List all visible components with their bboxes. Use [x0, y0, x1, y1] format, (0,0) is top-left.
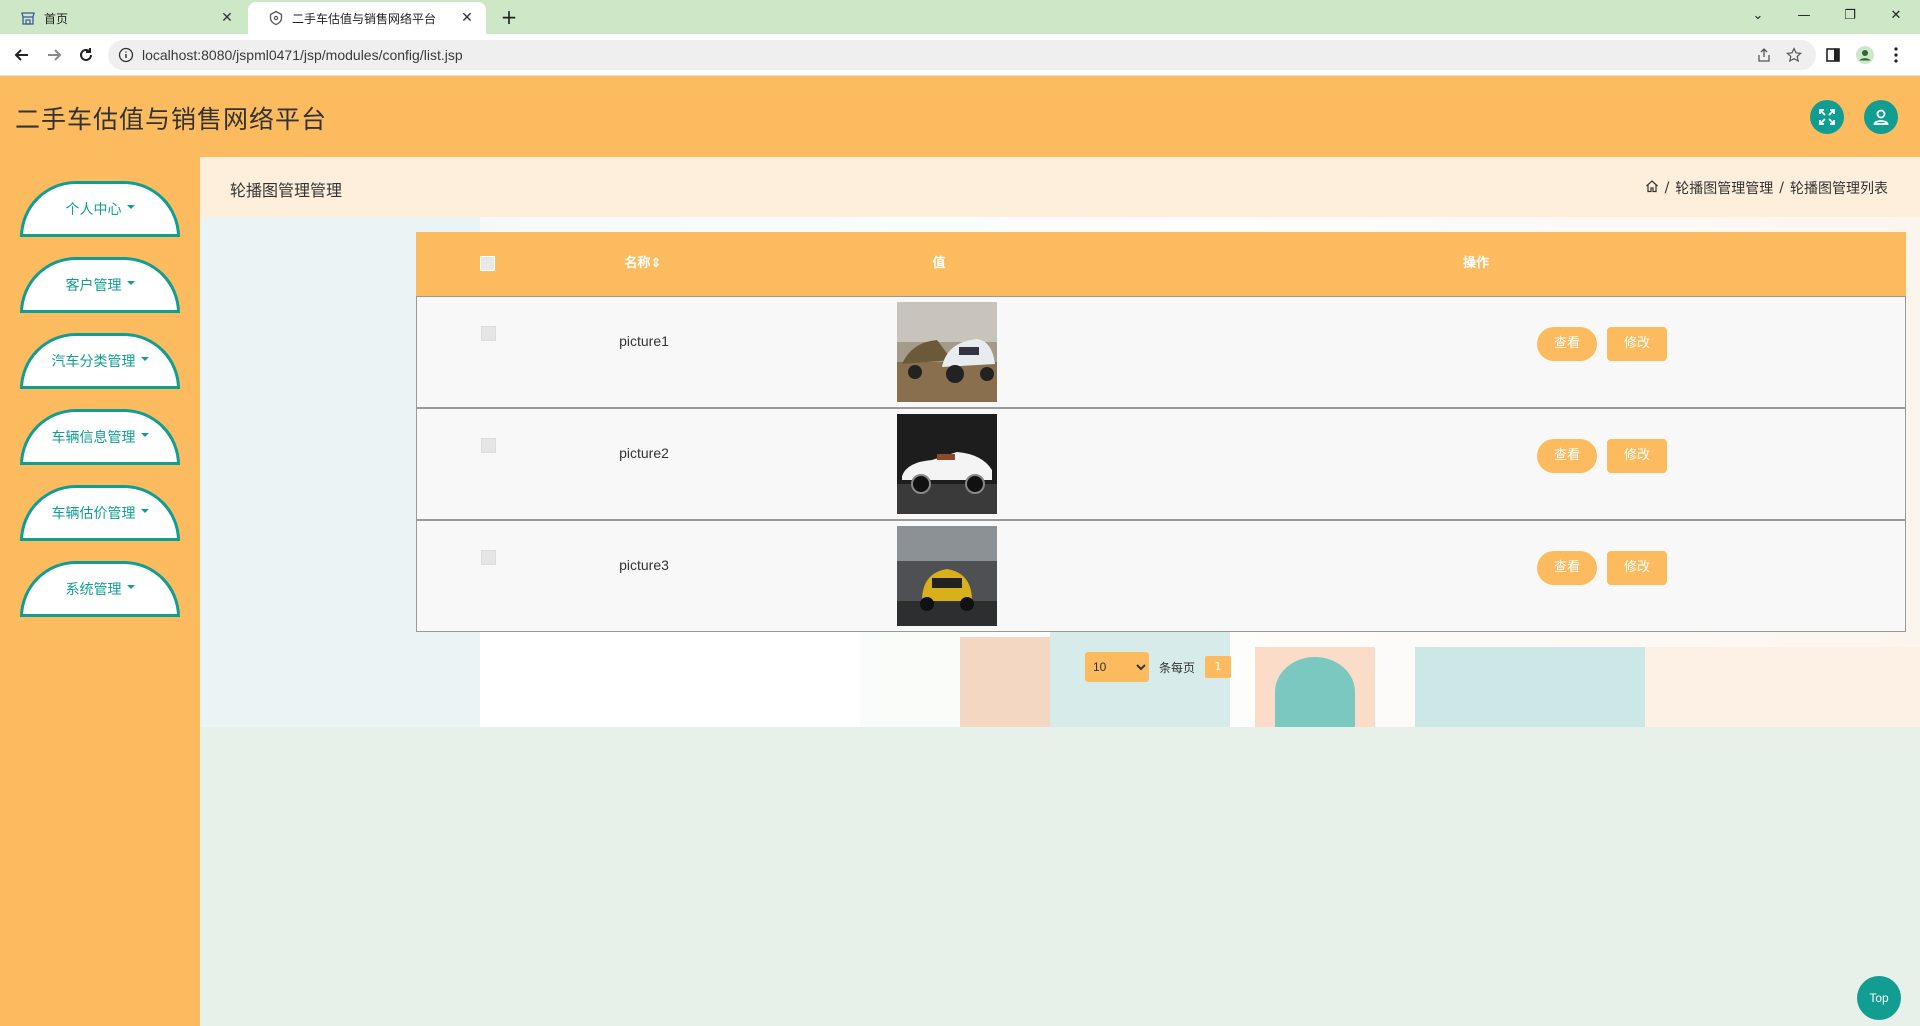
breadcrumb-item-list: 轮播图管理列表 [1790, 181, 1888, 197]
row-name: picture1 [619, 333, 669, 349]
edit-button[interactable]: 修改 [1607, 439, 1667, 473]
minimize-icon[interactable]: — [1784, 4, 1824, 28]
breadcrumb-bar: 轮播图管理管理 / 轮播图管理管理 / 轮播图管理列表 [200, 157, 1920, 217]
caret-down-icon [126, 205, 135, 209]
page-number-current[interactable]: 1 [1205, 656, 1232, 678]
breadcrumb-separator: / [1779, 180, 1784, 196]
sidebar-item-label: 车辆信息管理 [51, 430, 136, 446]
page-title: 轮播图管理管理 [230, 181, 343, 200]
sidebar-item-label: 个人中心 [65, 202, 122, 218]
close-tab-icon[interactable]: ✕ [218, 9, 236, 27]
window-close-icon[interactable]: ✕ [1876, 4, 1916, 28]
back-icon[interactable] [10, 43, 34, 67]
reload-icon[interactable] [74, 43, 98, 67]
browser-tab-bar: 首页 ✕ 二手车估值与销售网络平台 ✕ + ⌄ — ❐ ✕ [0, 0, 1920, 34]
sort-icon[interactable]: ⇕ [651, 256, 662, 271]
edit-button[interactable]: 修改 [1607, 551, 1667, 585]
row-checkbox[interactable] [481, 326, 496, 341]
breadcrumb: / 轮播图管理管理 / 轮播图管理列表 [1645, 178, 1888, 198]
caret-down-icon [140, 433, 149, 437]
page-size-select[interactable]: 10 [1085, 652, 1149, 682]
table-header: 名称⇕ 值 操作 [416, 232, 1906, 296]
view-button[interactable]: 查看 [1537, 439, 1597, 473]
breadcrumb-item-module[interactable]: 轮播图管理管理 [1675, 178, 1773, 198]
pagination: 10 条每页 1 [1085, 652, 1232, 682]
caret-down-icon [126, 585, 135, 589]
back-to-top-button[interactable]: Top [1857, 976, 1901, 1020]
column-header-value: 值 [932, 256, 946, 271]
sidebar-item-label: 系统管理 [65, 582, 122, 598]
main-content: 轮播图管理管理 / 轮播图管理管理 / 轮播图管理列表 名称⇕ 值 操作 pic… [200, 157, 1920, 1026]
close-tab-icon[interactable]: ✕ [458, 9, 476, 27]
row-image-thumbnail[interactable] [897, 302, 997, 402]
sidebar-item-customer-management[interactable]: 客户管理 [20, 257, 180, 313]
sidebar-item-personal-center[interactable]: 个人中心 [20, 181, 180, 237]
sidebar-item-label: 汽车分类管理 [51, 354, 136, 370]
fullscreen-button[interactable] [1810, 100, 1844, 134]
per-page-label: 条每页 [1159, 660, 1196, 675]
user-icon [1873, 109, 1889, 125]
restore-icon[interactable]: ❐ [1830, 4, 1870, 28]
sidebar-item-label: 车辆估价管理 [51, 506, 136, 522]
view-button[interactable]: 查看 [1537, 551, 1597, 585]
table-row: picture2 查看 修改 [416, 408, 1906, 520]
browser-tab-home[interactable]: 首页 ✕ [0, 2, 246, 34]
sidebar-item-label: 客户管理 [65, 278, 122, 294]
new-tab-button[interactable]: + [498, 6, 520, 28]
home-icon[interactable] [1645, 179, 1659, 197]
browser-tab-active[interactable]: 二手车估值与销售网络平台 ✕ [248, 2, 486, 34]
forward-icon[interactable] [42, 43, 66, 67]
url-box[interactable]: localhost:8080/jspml0471/jsp/modules/con… [108, 40, 1816, 70]
sidebar-item-vehicle-valuation-management[interactable]: 车辆估价管理 [20, 485, 180, 541]
sidebar: 个人中心 客户管理 汽车分类管理 车辆信息管理 车辆估价管理 系统管理 [0, 157, 200, 1026]
user-button[interactable] [1864, 100, 1898, 134]
address-bar: localhost:8080/jspml0471/jsp/modules/con… [0, 34, 1920, 76]
caret-down-icon [126, 281, 135, 285]
tab-title: 二手车估值与销售网络平台 [292, 11, 437, 26]
caret-down-icon [140, 357, 149, 361]
select-all-checkbox[interactable] [480, 256, 495, 271]
row-image-thumbnail[interactable] [897, 414, 997, 514]
car-image-icon [897, 526, 997, 626]
globe-icon [268, 10, 284, 26]
column-header-name[interactable]: 名称⇕ [573, 232, 713, 296]
url-text: localhost:8080/jspml0471/jsp/modules/con… [142, 47, 463, 63]
edit-button[interactable]: 修改 [1607, 327, 1667, 361]
sidepanel-icon[interactable] [1823, 45, 1843, 65]
row-checkbox[interactable] [481, 550, 496, 565]
view-button[interactable]: 查看 [1537, 327, 1597, 361]
row-checkbox[interactable] [481, 438, 496, 453]
sidebar-item-car-category-management[interactable]: 汽车分类管理 [20, 333, 180, 389]
share-icon[interactable] [1756, 47, 1772, 63]
info-icon[interactable] [118, 47, 134, 63]
table-row: picture3 查看 修改 [416, 520, 1906, 632]
app-title: 二手车估值与销售网络平台 [15, 105, 328, 134]
bookmark-star-icon[interactable] [1786, 47, 1802, 63]
tab-search-icon[interactable]: ⌄ [1738, 4, 1778, 28]
profile-icon[interactable] [1855, 45, 1875, 65]
breadcrumb-separator: / [1664, 180, 1670, 196]
column-header-actions: 操作 [1462, 256, 1489, 271]
car-image-icon [897, 302, 997, 402]
car-image-icon [897, 414, 997, 514]
sidebar-item-system-management[interactable]: 系统管理 [20, 561, 180, 617]
table-row: picture1 查看 修改 [416, 296, 1906, 408]
row-name: picture3 [619, 557, 669, 573]
caret-down-icon [140, 509, 149, 513]
expand-icon [1819, 109, 1835, 125]
tab-title: 首页 [44, 11, 69, 26]
row-name: picture2 [619, 445, 669, 461]
app-header: 二手车估值与销售网络平台 [0, 76, 1920, 157]
row-image-thumbnail[interactable] [897, 526, 997, 626]
menu-dots-icon[interactable] [1886, 45, 1906, 65]
store-icon [20, 10, 36, 26]
sidebar-item-vehicle-info-management[interactable]: 车辆信息管理 [20, 409, 180, 465]
